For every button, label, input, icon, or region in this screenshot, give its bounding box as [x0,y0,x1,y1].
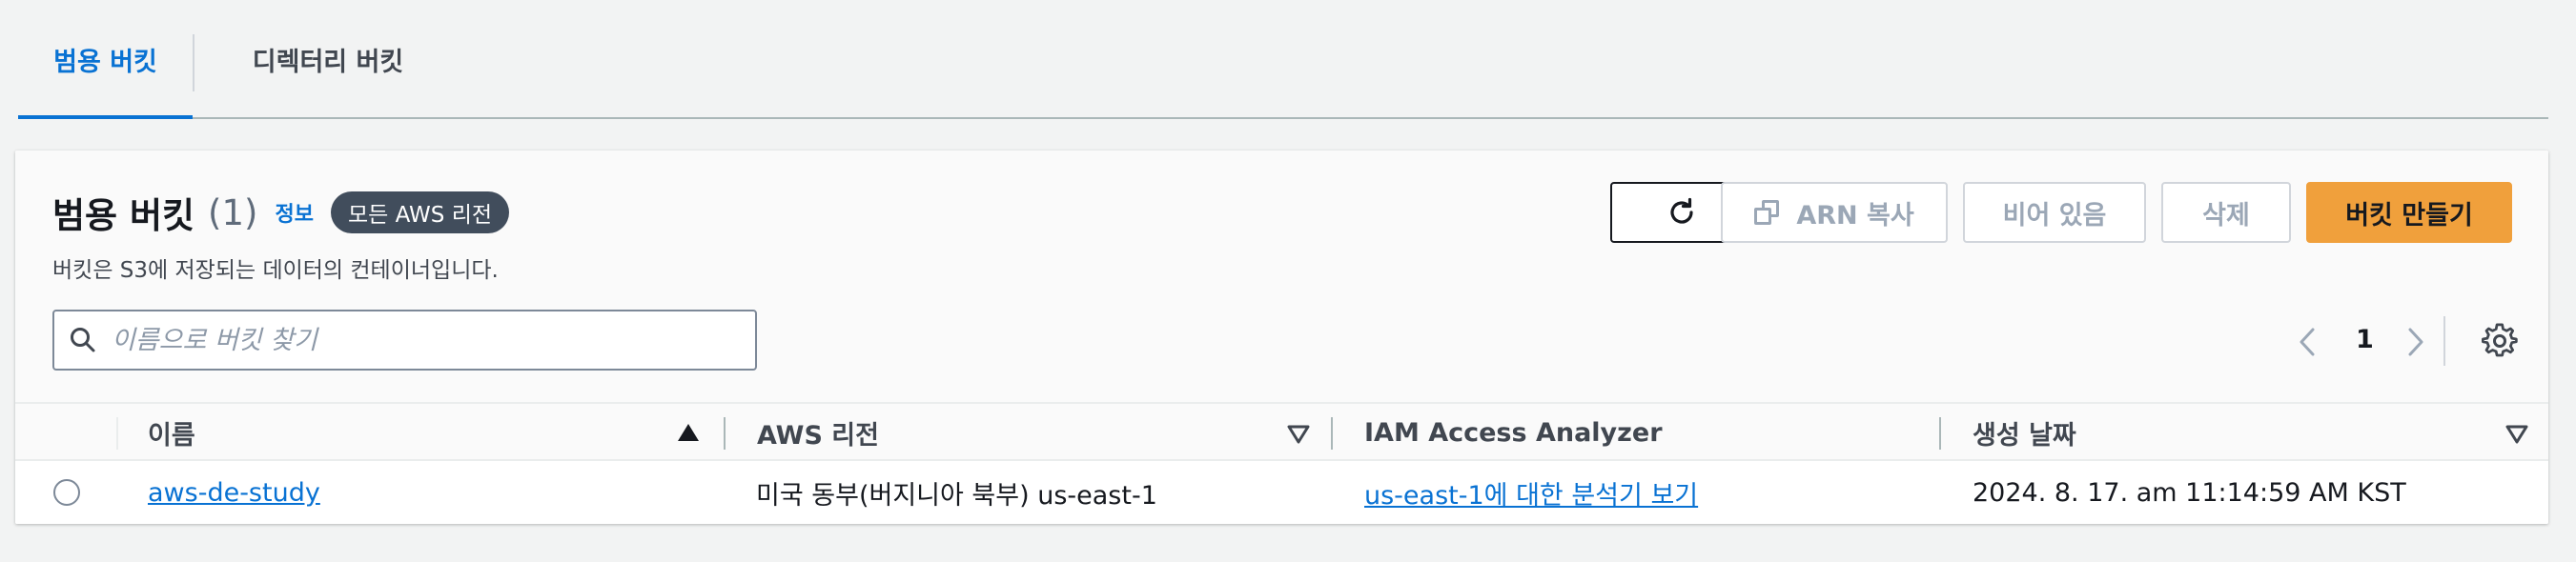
active-tab-indicator [18,115,193,119]
sort-icon[interactable] [2505,425,2528,448]
panel-title: 범용 버킷 [52,195,195,236]
row-radio-button[interactable] [53,479,80,506]
empty-bucket-label: 비어 있음 [2002,200,2107,231]
panel-header: 범용 버킷 (1) 정보 모든 AWS 리전 버킷은 S3에 저장되는 데이터의… [15,151,2548,402]
column-header-created[interactable]: 생성 날짜 [1973,404,2449,461]
buckets-panel: 범용 버킷 (1) 정보 모든 AWS 리전 버킷은 S3에 저장되는 데이터의… [15,151,2548,524]
pagination: 1 [2294,312,2437,370]
pagination-divider [2443,316,2445,366]
column-divider[interactable] [724,417,726,450]
copy-arn-button[interactable]: ARN 복사 [1721,182,1948,243]
copy-arn-label: ARN 복사 [1796,200,1914,231]
next-page-icon[interactable] [2401,326,2429,362]
sort-icon[interactable] [1287,425,1310,448]
column-header-region[interactable]: AWS 리전 [757,404,1291,461]
search-input[interactable] [112,325,755,355]
search-icon [54,326,112,354]
column-label: 이름 [148,420,195,451]
bucket-region-cell: 미국 동부(버지니아 북부) us-east-1 [756,480,1157,511]
current-page[interactable]: 1 [2356,325,2374,354]
tab-label: 디렉터리 버킷 [252,48,404,77]
delete-label: 삭제 [2202,200,2250,231]
create-bucket-button[interactable]: 버킷 만들기 [2306,182,2512,243]
table-row[interactable]: aws-de-study 미국 동부(버지니아 북부) us-east-1 us… [15,461,2548,524]
bucket-type-tabs: 범용 버킷 디렉터리 버킷 [18,0,2548,119]
column-header-name[interactable]: 이름 [148,404,720,461]
delete-button[interactable]: 삭제 [2161,182,2291,243]
creation-date-cell: 2024. 8. 17. am 11:14:59 AM KST [1973,477,2406,508]
tab-directory-buckets[interactable]: 디렉터리 버킷 [194,0,461,119]
column-header-access-analyzer: IAM Access Analyzer [1364,404,1936,461]
bucket-name-link[interactable]: aws-de-study [148,478,320,508]
column-label: IAM Access Analyzer [1364,417,1663,448]
access-analyzer-cell: us-east-1에 대한 분석기 보기 [1364,461,1698,524]
row-select[interactable] [53,461,80,524]
column-divider[interactable] [1331,417,1333,450]
panel-description: 버킷은 S3에 저장되는 데이터의 컨테이너입니다. [52,258,499,283]
view-analyzer-link[interactable]: us-east-1에 대한 분석기 보기 [1364,474,1698,512]
bucket-count: (1) [208,191,258,233]
bucket-search[interactable] [52,310,757,371]
column-divider [116,417,118,450]
gear-icon[interactable] [2481,323,2518,363]
info-link[interactable]: 정보 [275,197,313,228]
column-label: 생성 날짜 [1973,420,2076,451]
bucket-name-cell: aws-de-study [148,461,320,524]
previous-page-icon[interactable] [2294,326,2322,362]
column-label: AWS 리전 [757,420,879,451]
empty-bucket-button[interactable]: 비어 있음 [1963,182,2146,243]
refresh-icon [1670,197,1693,224]
create-bucket-label: 버킷 만들기 [2345,200,2473,231]
sort-ascending-icon[interactable] [677,423,700,446]
table-header: 이름 AWS 리전 IAM Access Analyzer 생성 날짜 [15,402,2548,461]
tab-label: 범용 버킷 [53,48,157,77]
region-badge: 모든 AWS 리전 [330,191,510,233]
panel-title-row: 범용 버킷 (1) 정보 모든 AWS 리전 [52,187,510,238]
tab-general-purpose-buckets[interactable]: 범용 버킷 [18,0,193,119]
copy-icon [1754,200,1780,225]
column-divider[interactable] [1939,417,1941,450]
